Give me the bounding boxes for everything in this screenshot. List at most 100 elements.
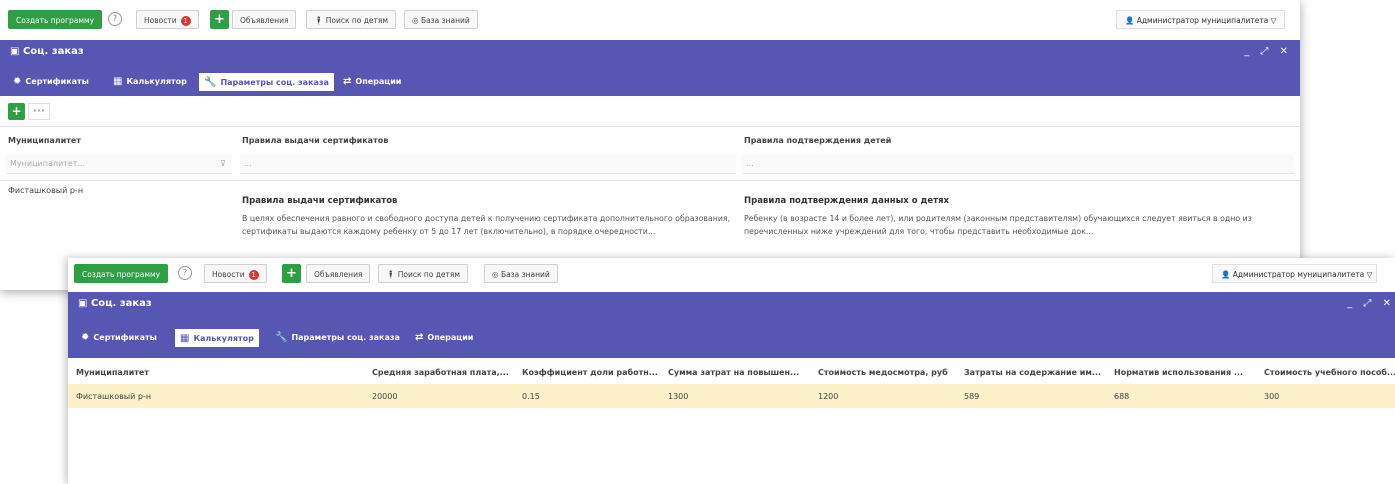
cell-usage-norm: 688 xyxy=(1114,392,1130,401)
window-controls[interactable]: _ ⤢ ✕ xyxy=(1244,46,1292,57)
calculator-icon: ▦ xyxy=(180,333,190,344)
top-bar: Создать программу ? Новости 1 + Объявлени… xyxy=(68,258,1395,290)
window-title: ▣ Соц. заказ xyxy=(10,46,84,57)
add-announcement-icon[interactable]: + xyxy=(210,10,229,29)
cell-municipality: Фисташковый р-н xyxy=(76,392,152,401)
help-icon[interactable]: ? xyxy=(178,266,192,280)
news-button[interactable]: Новости 1 xyxy=(204,264,267,283)
column-header-municipality[interactable]: Муниципалитет xyxy=(8,136,81,145)
create-program-button[interactable]: Создать программу xyxy=(74,264,169,283)
screenshot-params: Создать программу ? Новости 1 + Объявлени… xyxy=(0,0,1300,290)
row-municipality[interactable]: Фисташковый р-н xyxy=(8,186,83,195)
column-header-staff-coefficient[interactable]: Коэффициент доли работн... xyxy=(522,368,658,377)
column-header-child-rules[interactable]: Правила подтверждения детей xyxy=(744,136,891,145)
column-header-medical-cost[interactable]: Стоимость медосмотра, руб xyxy=(818,368,948,377)
column-header-avg-salary[interactable]: Средняя заработная плата,... xyxy=(372,368,509,377)
user-icon: 👤 xyxy=(1221,270,1233,279)
announcements-button[interactable]: Объявления xyxy=(306,264,371,283)
cell-medical-cost: 1200 xyxy=(818,392,839,401)
knowledge-icon: ◎ xyxy=(492,270,501,279)
swap-icon: ⇄ xyxy=(415,332,424,343)
tab-operations-label: Операции xyxy=(427,333,474,342)
search-children-button[interactable]: 🕴 Поиск по детям xyxy=(378,264,469,283)
news-button[interactable]: Новости 1 xyxy=(136,10,199,29)
person-icon: 🕴 xyxy=(386,270,398,279)
wrench-icon: 🔧 xyxy=(275,332,288,343)
chevron-down-icon: ▽ xyxy=(1364,270,1373,279)
tab-operations-label: Операции xyxy=(355,77,402,86)
search-children-label: Поиск по детям xyxy=(397,270,461,279)
cert-rules-title: Правила выдачи сертификатов xyxy=(242,196,398,206)
knowledge-base-button[interactable]: ◎ База знаний xyxy=(484,264,558,283)
top-bar: Создать программу ? Новости 1 + Объявлени… xyxy=(0,0,1300,36)
knowledge-base-label: База знаний xyxy=(420,16,470,25)
window-icon: ▣ xyxy=(10,46,23,57)
more-button[interactable]: ••• xyxy=(28,103,50,120)
gear-icon: ✹ xyxy=(81,332,90,343)
cell-property-costs: 589 xyxy=(964,392,980,401)
tab-params[interactable]: 🔧 Параметры соц. заказа xyxy=(270,328,405,348)
window-controls[interactable]: _ ⤢ ✕ xyxy=(1347,298,1395,309)
tab-calculator[interactable]: ▦ Калькулятор xyxy=(174,328,260,348)
tab-certificates[interactable]: ✹ Сертификаты xyxy=(76,328,162,348)
window-icon: ▣ xyxy=(78,298,91,309)
window-titlebar: ▣ Соц. заказ _ ⤢ ✕ xyxy=(68,292,1395,318)
search-children-label: Поиск по детям xyxy=(325,16,389,25)
municipality-filter-placeholder: Муниципалитет... xyxy=(10,159,86,168)
calculator-icon: ▦ xyxy=(113,76,123,87)
knowledge-base-button[interactable]: ◎ База знаний xyxy=(404,10,478,29)
tab-operations[interactable]: ⇄ Операции xyxy=(410,328,478,348)
help-icon[interactable]: ? xyxy=(108,12,122,26)
tab-params-label: Параметры соц. заказа xyxy=(291,333,400,342)
table-row[interactable]: Фисташковый р-н 20000 0.15 1300 1200 589… xyxy=(68,384,1395,408)
divider xyxy=(0,180,1300,181)
column-header-training-costs[interactable]: Сумма затрат на повышен... xyxy=(668,368,799,377)
filter-icon: ⊽ xyxy=(220,159,226,168)
child-rules-text: Ребенку (в возрасте 14 и более лет), или… xyxy=(744,214,1252,236)
tab-params[interactable]: 🔧 Параметры соц. заказа xyxy=(198,72,335,92)
news-label: Новости xyxy=(212,270,245,279)
tab-bar: ✹ Сертификаты ▦ Калькулятор 🔧 Параметры соц… xyxy=(68,318,1395,358)
news-label: Новости xyxy=(144,16,177,25)
tab-certificates[interactable]: ✹ Сертификаты xyxy=(8,72,94,92)
add-button[interactable]: + xyxy=(8,103,25,120)
announcements-button[interactable]: Объявления xyxy=(232,10,297,29)
user-menu[interactable]: 👤 Администратор муниципалитета ▽ xyxy=(1212,264,1378,283)
swap-icon: ⇄ xyxy=(343,76,352,87)
column-header-property-costs[interactable]: Затраты на содержание им... xyxy=(964,368,1101,377)
tab-operations[interactable]: ⇄ Операции xyxy=(338,72,406,92)
window-title-text: Соц. заказ xyxy=(22,46,84,57)
user-name: Администратор муниципалитета xyxy=(1136,16,1269,25)
search-children-button[interactable]: 🕴 Поиск по детям xyxy=(306,10,397,29)
create-program-button[interactable]: Создать программу xyxy=(8,10,103,29)
cell-staff-coefficient: 0.15 xyxy=(522,392,540,401)
news-badge: 1 xyxy=(180,16,191,26)
column-header-usage-norm[interactable]: Норматив использования ... xyxy=(1114,368,1243,377)
user-menu[interactable]: 👤 Администратор муниципалитета ▽ xyxy=(1116,10,1286,29)
cert-rules-filter-input[interactable]: ... xyxy=(240,154,736,174)
column-header-municipality[interactable]: Муниципалитет xyxy=(76,368,149,377)
add-announcement-icon[interactable]: + xyxy=(282,264,301,283)
user-name: Администратор муниципалитета xyxy=(1232,270,1365,279)
calculator-table: Муниципалитет Средняя заработная плата,.… xyxy=(68,362,1395,482)
tab-bar: ✹ Сертификаты ▦ Калькулятор 🔧 Параметры соц… xyxy=(0,66,1300,96)
chevron-down-icon: ▽ xyxy=(1268,16,1277,25)
window-titlebar: ▣ Соц. заказ _ ⤢ ✕ xyxy=(0,40,1300,66)
column-header-textbook-cost[interactable]: Стоимость учебного пособ... xyxy=(1264,368,1395,377)
cert-rules-text: В целях обеспечения равного и свободного… xyxy=(242,214,731,236)
window-title: ▣ Соц. заказ xyxy=(78,298,152,309)
municipality-filter-input[interactable]: Муниципалитет... ⊽ xyxy=(6,154,232,174)
tab-calculator[interactable]: ▦ Калькулятор xyxy=(108,72,192,92)
news-badge: 1 xyxy=(248,270,259,280)
tab-certificates-label: Сертификаты xyxy=(25,77,89,86)
cell-textbook-cost: 300 xyxy=(1264,392,1280,401)
column-header-cert-rules[interactable]: Правила выдачи сертификатов xyxy=(242,136,388,145)
child-rules-title: Правила подтверждения данных о детях xyxy=(744,196,950,206)
knowledge-base-label: База знаний xyxy=(500,270,550,279)
cell-avg-salary: 20000 xyxy=(372,392,398,401)
user-icon: 👤 xyxy=(1125,16,1137,25)
child-rules-filter-input[interactable]: ... xyxy=(742,154,1294,174)
tab-certificates-label: Сертификаты xyxy=(93,333,157,342)
tab-calculator-label: Калькулятор xyxy=(126,77,187,86)
divider xyxy=(0,126,1300,127)
